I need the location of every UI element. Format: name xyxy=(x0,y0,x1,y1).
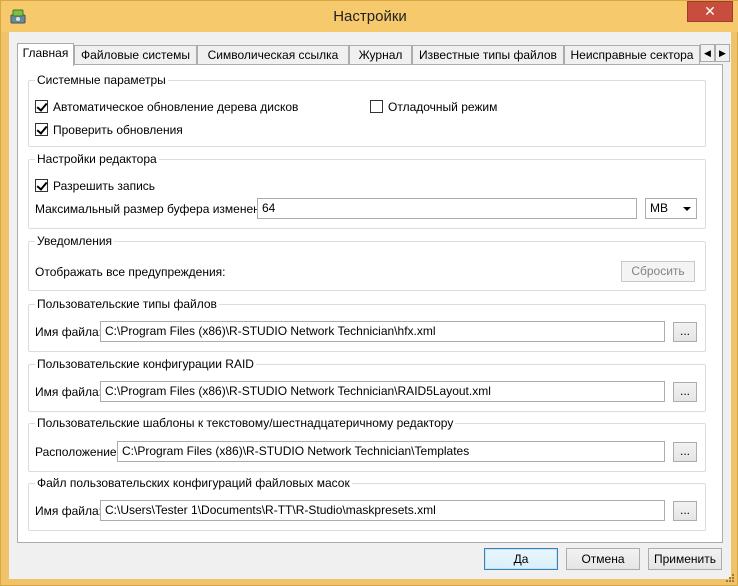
checkbox-label: Проверить обновления xyxy=(53,122,183,137)
group-title: Пользовательские типы файлов xyxy=(35,297,219,311)
group-title: Системные параметры xyxy=(35,73,168,87)
checkbox-box[interactable] xyxy=(35,100,48,113)
file-name-label: Имя файла: xyxy=(35,504,102,518)
file-name-label: Имя файла: xyxy=(35,385,102,399)
mask-presets-path-input[interactable]: C:\Users\Tester 1\Documents\R-TT\R-Studi… xyxy=(100,500,665,521)
checkbox-check-updates[interactable]: Проверить обновления xyxy=(35,122,183,137)
browse-button[interactable]: ... xyxy=(673,501,697,521)
resize-grip-icon[interactable] xyxy=(725,573,735,583)
tab-general[interactable]: Главная xyxy=(17,43,74,66)
browse-button[interactable]: ... xyxy=(673,382,697,402)
location-label: Расположение: xyxy=(35,445,120,459)
group-raid-configs: Пользовательские конфигурации RAID Имя ф… xyxy=(28,357,706,412)
checkbox-auto-update[interactable]: Автоматическое обновление дерева дисков xyxy=(35,99,298,114)
settings-window: Настройки ✕ Главная Файловые системы Сим… xyxy=(0,0,738,586)
buffer-size-input[interactable]: 64 xyxy=(257,198,637,219)
title-bar[interactable]: Настройки ✕ xyxy=(1,1,738,32)
tab-bad-sectors[interactable]: Неисправные сектора xyxy=(564,45,700,65)
browse-button[interactable]: ... xyxy=(673,442,697,462)
tab-known-file-types[interactable]: Известные типы файлов xyxy=(412,45,564,65)
apply-button[interactable]: Применить xyxy=(648,548,722,570)
checkbox-label: Разрешить запись xyxy=(53,178,156,193)
buffer-unit-select[interactable]: MB xyxy=(645,198,697,219)
ok-button[interactable]: Да xyxy=(484,548,558,570)
buffer-size-label: Максимальный размер буфера изменений: xyxy=(35,202,277,216)
browse-button[interactable]: ... xyxy=(673,322,697,342)
checkbox-label: Отладочный режим xyxy=(388,99,498,114)
tab-scroll-left-icon[interactable]: ◀ xyxy=(700,44,715,62)
chevron-down-icon xyxy=(683,207,691,211)
close-button[interactable]: ✕ xyxy=(687,1,733,22)
group-system-parameters: Системные параметры Автоматическое обнов… xyxy=(28,73,706,147)
raid-config-path-input[interactable]: C:\Program Files (x86)\R-STUDIO Network … xyxy=(100,381,665,402)
group-editor-settings: Настройки редактора Разрешить запись Мак… xyxy=(28,152,706,229)
tab-symbolic-link[interactable]: Символическая ссылка xyxy=(197,45,349,65)
window-title: Настройки xyxy=(333,8,407,25)
group-mask-presets: Файл пользовательских конфигураций файло… xyxy=(28,476,706,531)
checkbox-allow-write[interactable]: Разрешить запись xyxy=(35,178,155,193)
cancel-button[interactable]: Отмена xyxy=(566,548,640,570)
group-title: Файл пользовательских конфигураций файло… xyxy=(35,476,352,490)
file-name-label: Имя файла: xyxy=(35,325,102,339)
checkbox-label: Автоматическое обновление дерева дисков xyxy=(53,99,299,114)
group-title: Настройки редактора xyxy=(35,152,159,166)
tab-panel-general: Системные параметры Автоматическое обнов… xyxy=(17,64,723,543)
group-notifications: Уведомления Отображать все предупреждени… xyxy=(28,234,706,291)
checkbox-box[interactable] xyxy=(370,100,383,113)
group-title: Пользовательские шаблоны к текстовому/ше… xyxy=(35,416,456,430)
tab-file-systems[interactable]: Файловые системы xyxy=(74,45,197,65)
tab-scroll-right-icon[interactable]: ▶ xyxy=(715,44,730,62)
checkbox-box[interactable] xyxy=(35,123,48,136)
buffer-unit-value: MB xyxy=(650,201,668,215)
group-title: Уведомления xyxy=(35,234,115,248)
group-title: Пользовательские конфигурации RAID xyxy=(35,357,256,371)
show-warnings-label: Отображать все предупреждения: xyxy=(35,265,226,279)
dialog-client-area: Главная Файловые системы Символическая с… xyxy=(9,32,731,579)
custom-file-types-path-input[interactable]: C:\Program Files (x86)\R-STUDIO Network … xyxy=(100,321,665,342)
group-custom-file-types: Пользовательские типы файлов Имя файла: … xyxy=(28,297,706,352)
reset-warnings-button[interactable]: Сбросить xyxy=(621,261,695,282)
checkbox-box[interactable] xyxy=(35,179,48,192)
checkbox-debug-mode[interactable]: Отладочный режим xyxy=(370,99,497,114)
templates-path-input[interactable]: C:\Program Files (x86)\R-STUDIO Network … xyxy=(117,441,665,462)
group-editor-templates: Пользовательские шаблоны к текстовому/ше… xyxy=(28,416,706,472)
tab-log[interactable]: Журнал xyxy=(349,45,412,65)
tab-strip: Главная Файловые системы Символическая с… xyxy=(17,43,730,66)
